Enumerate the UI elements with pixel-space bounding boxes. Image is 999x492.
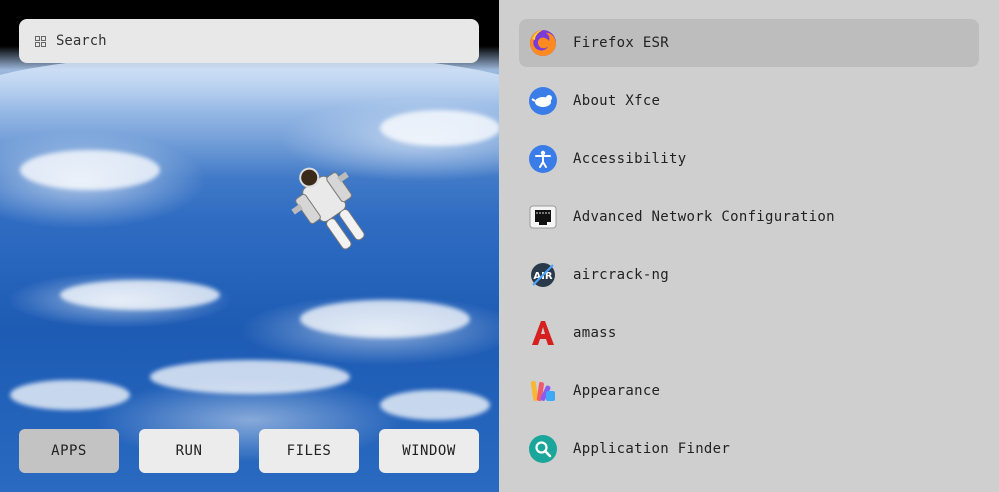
cloud	[150, 360, 350, 394]
cloud	[60, 280, 220, 310]
app-item-advanced-network-configuration[interactable]: Advanced Network Configuration	[519, 193, 979, 241]
tab-window-button[interactable]: WINDOW	[379, 429, 479, 473]
accessibility-icon	[529, 145, 557, 173]
app-item-firefox-esr[interactable]: Firefox ESR	[519, 19, 979, 67]
aircrack-icon: AIR	[529, 261, 557, 289]
tab-files-button[interactable]: FILES	[259, 429, 359, 473]
tab-files-label: FILES	[286, 443, 332, 459]
firefox-icon	[529, 29, 557, 57]
search-placeholder: Search	[56, 33, 107, 49]
amass-icon	[529, 319, 557, 347]
app-item-appearance[interactable]: Appearance	[519, 367, 979, 415]
wallpaper-panel: Search APPS RUN FILES WINDOW	[0, 0, 499, 492]
app-item-application-finder[interactable]: Application Finder	[519, 425, 979, 473]
app-label: Application Finder	[573, 441, 731, 457]
appearance-palette-icon	[529, 377, 557, 405]
network-port-icon	[529, 203, 557, 231]
cloud	[380, 110, 499, 146]
xfce-mouse-icon	[529, 87, 557, 115]
app-label: amass	[573, 325, 617, 341]
cloud	[20, 150, 160, 190]
app-label: aircrack-ng	[573, 267, 670, 283]
app-list-panel: Firefox ESR About Xfce Accessibility Adv…	[499, 0, 999, 492]
cloud	[10, 380, 130, 410]
app-item-amass[interactable]: amass	[519, 309, 979, 357]
app-label: Firefox ESR	[573, 35, 670, 51]
apps-grid-icon	[35, 35, 46, 47]
search-input[interactable]: Search	[19, 19, 479, 63]
app-item-accessibility[interactable]: Accessibility	[519, 135, 979, 183]
app-label: About Xfce	[573, 93, 661, 109]
app-finder-magnifier-icon	[529, 435, 557, 463]
app-label: Advanced Network Configuration	[573, 209, 835, 225]
tab-run-button[interactable]: RUN	[139, 429, 239, 473]
astronaut-figure	[291, 167, 365, 250]
tab-run-label: RUN	[175, 443, 203, 459]
app-item-aircrack-ng[interactable]: AIR aircrack-ng	[519, 251, 979, 299]
app-item-about-xfce[interactable]: About Xfce	[519, 77, 979, 125]
cloud	[380, 390, 490, 420]
cloud	[300, 300, 470, 338]
app-label: Appearance	[573, 383, 661, 399]
tab-window-label: WINDOW	[402, 443, 456, 459]
app-label: Accessibility	[573, 151, 687, 167]
tab-apps-label: APPS	[51, 443, 87, 459]
tab-apps-button[interactable]: APPS	[19, 429, 119, 473]
